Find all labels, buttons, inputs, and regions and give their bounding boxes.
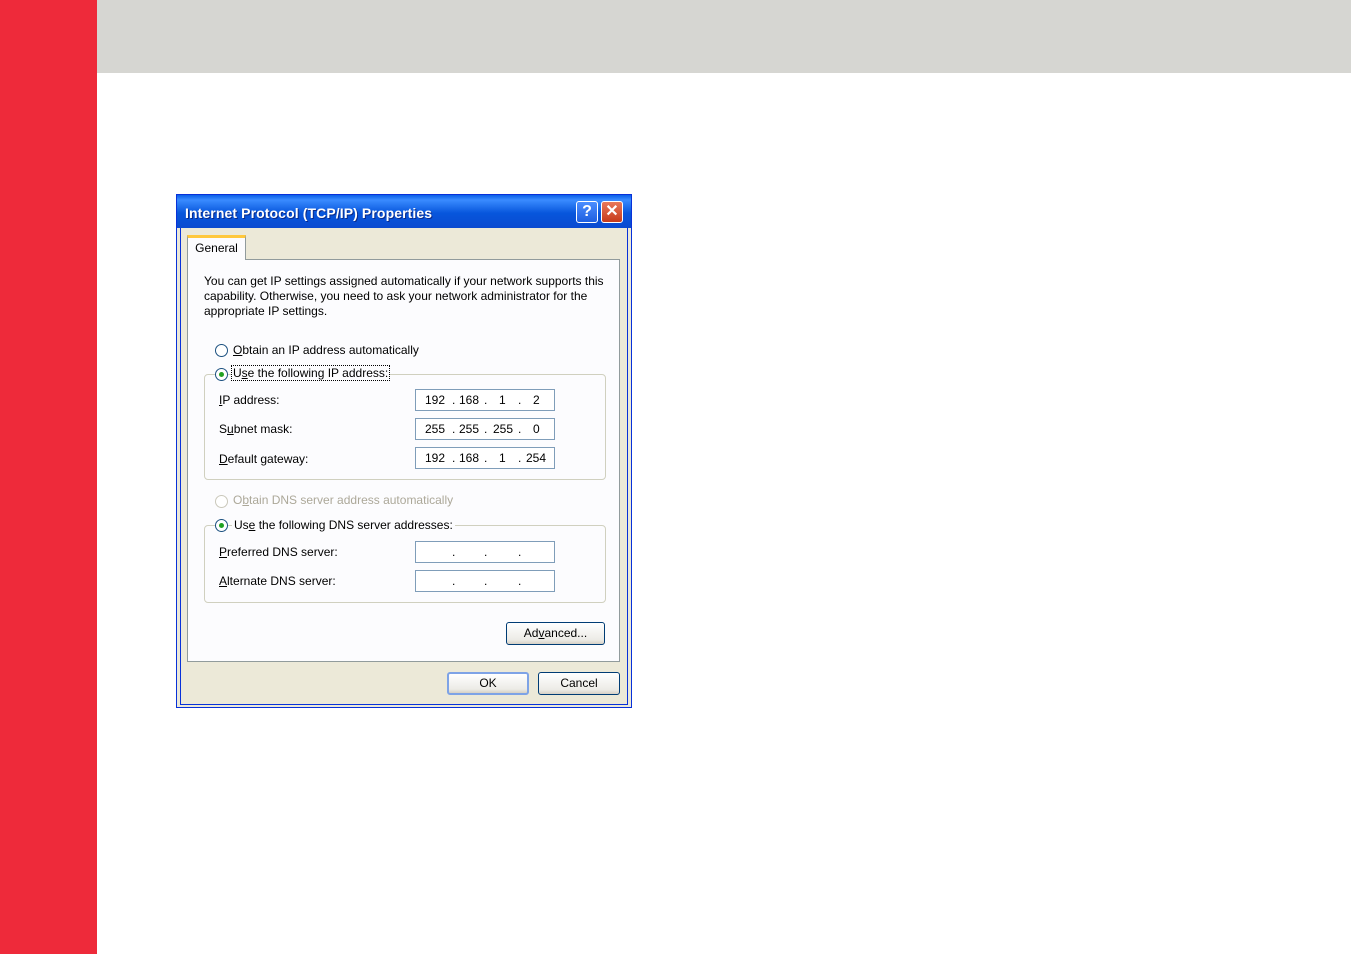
obtain-ip-auto-radio[interactable] — [215, 344, 228, 357]
subnet-mask-label: Subnet mask: — [219, 422, 293, 436]
help-button[interactable]: ? — [576, 201, 598, 223]
tab-general[interactable]: General — [187, 235, 246, 260]
obtain-dns-auto-radio[interactable] — [215, 495, 228, 508]
gray-top-band — [97, 0, 1351, 73]
obtain-dns-auto-label[interactable]: Obtain DNS server address automatically — [233, 493, 453, 507]
tab-general-label: General — [195, 241, 238, 255]
title-bar[interactable]: Internet Protocol (TCP/IP) Properties ? … — [177, 195, 631, 228]
cancel-button[interactable]: Cancel — [538, 672, 620, 695]
default-gateway-field[interactable]: 192. 168. 1. 254 — [415, 447, 555, 469]
ok-button[interactable]: OK — [447, 672, 529, 695]
alternate-dns-field[interactable]: . . . — [415, 570, 555, 592]
close-button[interactable]: ✕ — [601, 201, 623, 223]
dialog-title: Internet Protocol (TCP/IP) Properties — [185, 205, 433, 221]
obtain-ip-auto-label[interactable]: Obtain an IP address automatically — [233, 343, 419, 357]
preferred-dns-field[interactable]: . . . — [415, 541, 555, 563]
ip-address-field[interactable]: 192. 168. 1. 2 — [415, 389, 555, 411]
tcpip-properties-dialog: Internet Protocol (TCP/IP) Properties ? … — [176, 194, 632, 708]
red-side-bar — [0, 0, 97, 954]
description-text: You can get IP settings assigned automat… — [204, 274, 604, 318]
alternate-dns-label: Alternate DNS server: — [219, 574, 336, 588]
use-following-ip-radio[interactable] — [215, 368, 228, 381]
ip-address-label: IP address: — [219, 393, 280, 407]
default-gateway-label: Default gateway: — [219, 452, 309, 466]
advanced-button[interactable]: Advanced... — [506, 622, 605, 645]
use-following-ip-label[interactable]: Use the following IP address: — [230, 365, 391, 381]
use-following-dns-radio[interactable] — [215, 519, 228, 532]
preferred-dns-label: Preferred DNS server: — [219, 545, 338, 559]
use-following-dns-label[interactable]: Use the following DNS server addresses: — [232, 518, 455, 532]
subnet-mask-field[interactable]: 255. 255. 255. 0 — [415, 418, 555, 440]
